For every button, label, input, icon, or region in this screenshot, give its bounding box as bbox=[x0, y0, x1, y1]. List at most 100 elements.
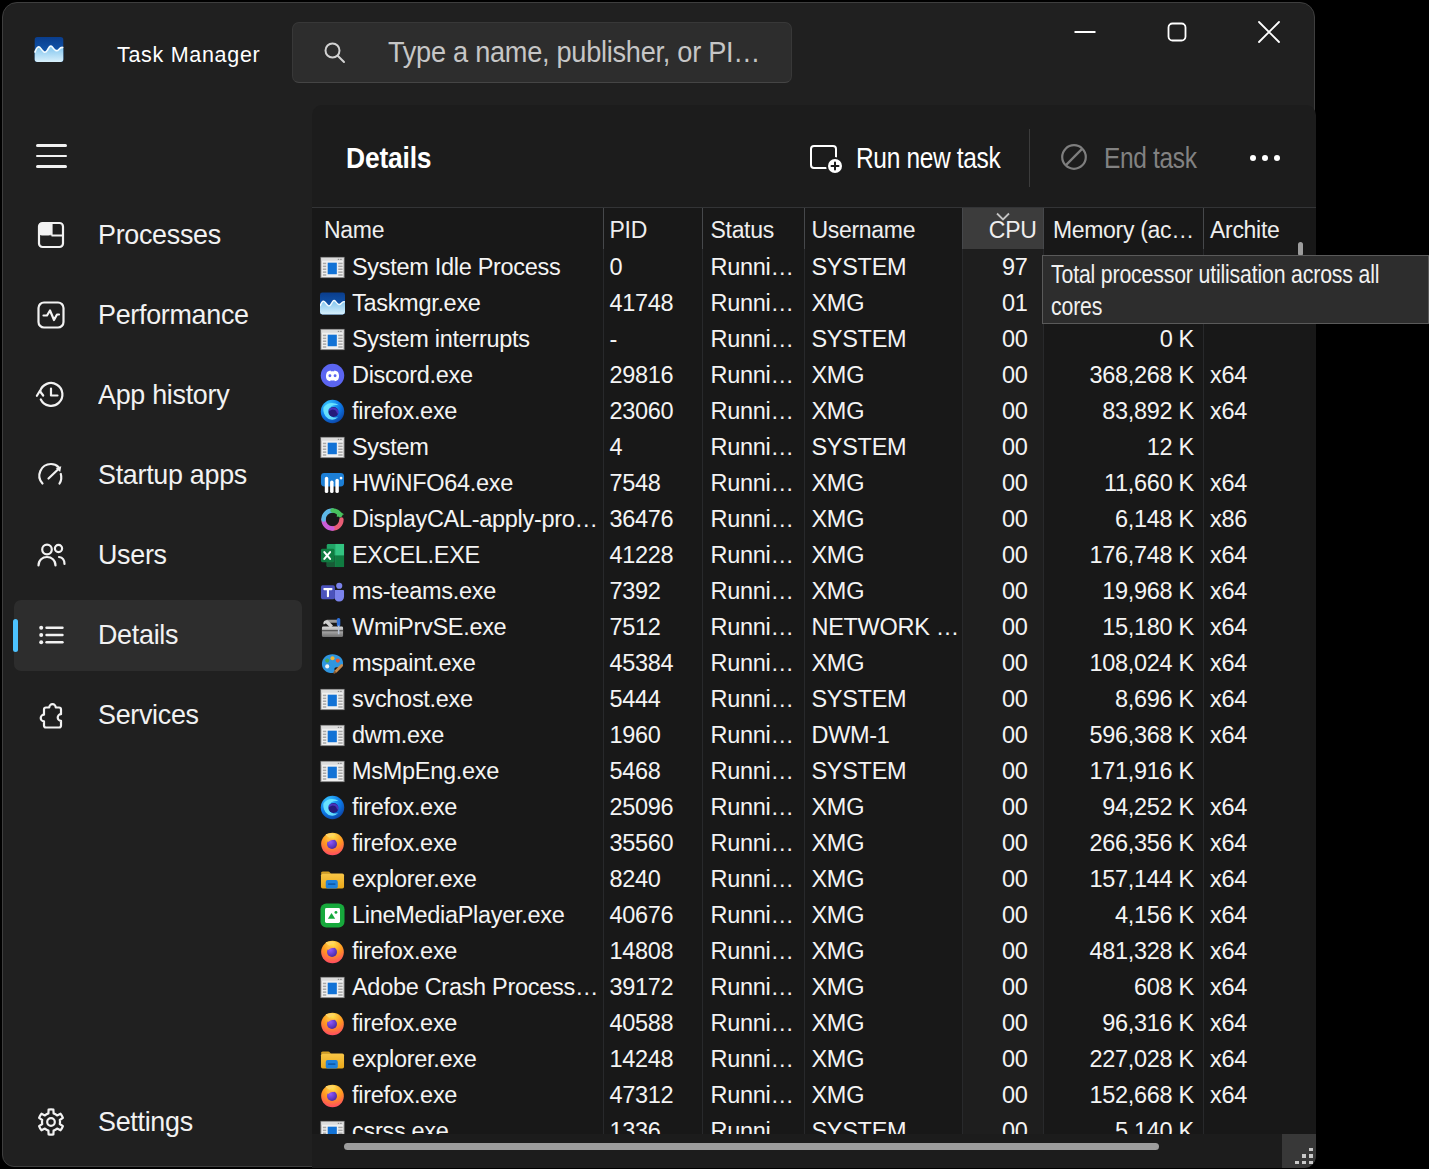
maximize-button[interactable] bbox=[1154, 13, 1200, 51]
task-manager-window: Task Manager Type a name, publisher, or … bbox=[2, 2, 1315, 1167]
table-row[interactable]: dwm.exe 1960 Runni… DWM-1 00 596,368 K x… bbox=[312, 717, 1316, 753]
cell-username: NETWORK … bbox=[804, 609, 963, 645]
cell-name: mspaint.exe bbox=[312, 645, 603, 681]
process-name: ms-teams.exe bbox=[352, 578, 496, 605]
table-row[interactable]: Adobe Crash Process… 39172 Runni… XMG 00… bbox=[312, 969, 1316, 1005]
run-new-task-icon bbox=[809, 141, 843, 175]
cell-name: EXCEL.EXE bbox=[312, 537, 603, 573]
performance-icon bbox=[34, 298, 68, 332]
sidebar-item-settings[interactable]: Settings bbox=[14, 1087, 302, 1158]
cell-cpu: 00 bbox=[962, 357, 1043, 393]
cell-architecture: x64 bbox=[1203, 717, 1316, 753]
table-row[interactable]: mspaint.exe 45384 Runni… XMG 00 108,024 … bbox=[312, 645, 1316, 681]
cell-name: explorer.exe bbox=[312, 861, 603, 897]
process-icon bbox=[320, 759, 345, 784]
horizontal-scrollbar-thumb[interactable] bbox=[344, 1143, 1159, 1150]
column-header-status[interactable]: Status bbox=[702, 208, 804, 249]
process-icon bbox=[320, 615, 345, 640]
navigation-menu-button[interactable] bbox=[27, 134, 75, 178]
cell-status: Runni… bbox=[702, 393, 804, 429]
process-icon bbox=[320, 795, 345, 820]
table-row[interactable]: System interrupts - Runni… SYSTEM 00 0 K bbox=[312, 321, 1316, 357]
column-header-pid[interactable]: PID bbox=[603, 208, 703, 249]
table-row[interactable]: csrss.exe 1336 Runni… SYSTEM 00 5,140 K bbox=[312, 1113, 1316, 1134]
page-title: Details bbox=[346, 141, 431, 175]
cell-pid: 5444 bbox=[603, 681, 703, 717]
process-name: System bbox=[352, 434, 429, 461]
sidebar-item-app-history[interactable]: App history bbox=[14, 360, 302, 431]
minimize-button[interactable] bbox=[1062, 13, 1108, 51]
column-header-username[interactable]: Username bbox=[804, 208, 963, 249]
cell-status: Runni… bbox=[702, 789, 804, 825]
table-row[interactable]: WmiPrvSE.exe 7512 Runni… NETWORK … 00 15… bbox=[312, 609, 1316, 645]
cell-architecture bbox=[1203, 321, 1316, 357]
table-row[interactable]: firefox.exe 14808 Runni… XMG 00 481,328 … bbox=[312, 933, 1316, 969]
vertical-scrollbar-thumb[interactable] bbox=[1298, 242, 1303, 256]
cell-pid: 1336 bbox=[603, 1113, 703, 1134]
sidebar-item-details[interactable]: Details bbox=[14, 600, 302, 671]
table-row[interactable]: Discord.exe 29816 Runni… XMG 00 368,268 … bbox=[312, 357, 1316, 393]
table-row[interactable]: firefox.exe 47312 Runni… XMG 00 152,668 … bbox=[312, 1077, 1316, 1113]
cell-name: svchost.exe bbox=[312, 681, 603, 717]
cell-pid: 41748 bbox=[603, 285, 703, 321]
details-icon bbox=[34, 618, 68, 652]
table-row[interactable]: ms-teams.exe 7392 Runni… XMG 00 19,968 K… bbox=[312, 573, 1316, 609]
cell-name: firefox.exe bbox=[312, 825, 603, 861]
firefox-orange-icon bbox=[320, 1083, 345, 1108]
more-options-button[interactable] bbox=[1237, 129, 1293, 187]
sidebar-item-services[interactable]: Services bbox=[14, 680, 302, 751]
cell-cpu: 00 bbox=[962, 969, 1043, 1005]
column-header-name[interactable]: Name bbox=[312, 208, 603, 249]
toolbar-divider bbox=[1029, 129, 1030, 187]
cell-cpu: 00 bbox=[962, 537, 1043, 573]
process-name: firefox.exe bbox=[352, 1082, 457, 1109]
table-row[interactable]: firefox.exe 25096 Runni… XMG 00 94,252 K… bbox=[312, 789, 1316, 825]
close-button[interactable] bbox=[1246, 13, 1292, 51]
cell-username: SYSTEM bbox=[804, 429, 963, 465]
sort-descending-icon bbox=[995, 212, 1011, 221]
process-name: csrss.exe bbox=[352, 1118, 449, 1135]
cell-pid: 14248 bbox=[603, 1041, 703, 1077]
cell-status: Runni… bbox=[702, 825, 804, 861]
table-row[interactable]: svchost.exe 5444 Runni… SYSTEM 00 8,696 … bbox=[312, 681, 1316, 717]
run-new-task-button[interactable]: Run new task bbox=[809, 129, 1027, 187]
table-row[interactable]: explorer.exe 8240 Runni… XMG 00 157,144 … bbox=[312, 861, 1316, 897]
cell-architecture: x64 bbox=[1203, 1005, 1316, 1041]
cell-name: System interrupts bbox=[312, 321, 603, 357]
sidebar-item-label: Details bbox=[98, 619, 178, 651]
cell-pid: 39172 bbox=[603, 969, 703, 1005]
table-row[interactable]: firefox.exe 23060 Runni… XMG 00 83,892 K… bbox=[312, 393, 1316, 429]
teams-icon bbox=[320, 579, 345, 604]
cell-cpu: 00 bbox=[962, 645, 1043, 681]
sidebar-item-users[interactable]: Users bbox=[14, 520, 302, 591]
table-row[interactable]: LineMediaPlayer.exe 40676 Runni… XMG 00 … bbox=[312, 897, 1316, 933]
search-input[interactable]: Type a name, publisher, or PI… bbox=[292, 22, 792, 83]
cell-name: System bbox=[312, 429, 603, 465]
column-header-cpu[interactable]: CPU bbox=[962, 208, 1043, 249]
displaycal-icon bbox=[320, 507, 345, 532]
sidebar-item-startup-apps[interactable]: Startup apps bbox=[14, 440, 302, 511]
table-row[interactable]: explorer.exe 14248 Runni… XMG 00 227,028… bbox=[312, 1041, 1316, 1077]
table-row[interactable]: DisplayCAL-apply-pro… 36476 Runni… XMG 0… bbox=[312, 501, 1316, 537]
cell-architecture bbox=[1203, 753, 1316, 789]
table-row[interactable]: EXCEL.EXE 41228 Runni… XMG 00 176,748 K … bbox=[312, 537, 1316, 573]
cell-pid: 14808 bbox=[603, 933, 703, 969]
resize-grip[interactable] bbox=[1282, 1134, 1316, 1168]
run-new-task-label: Run new task bbox=[856, 142, 1000, 175]
column-header-memory[interactable]: Memory (ac… bbox=[1043, 208, 1204, 249]
table-row[interactable]: MsMpEng.exe 5468 Runni… SYSTEM 00 171,91… bbox=[312, 753, 1316, 789]
firefox-orange-icon bbox=[320, 939, 345, 964]
folder-icon bbox=[320, 1047, 345, 1072]
table-row[interactable]: firefox.exe 35560 Runni… XMG 00 266,356 … bbox=[312, 825, 1316, 861]
cell-status: Runni… bbox=[702, 285, 804, 321]
discord-icon bbox=[320, 363, 345, 388]
sidebar-item-performance[interactable]: Performance bbox=[14, 280, 302, 351]
sidebar-item-processes[interactable]: Processes bbox=[14, 200, 302, 271]
table-row[interactable]: HWiNFO64.exe 7548 Runni… XMG 00 11,660 K… bbox=[312, 465, 1316, 501]
table-row[interactable]: firefox.exe 40588 Runni… XMG 00 96,316 K… bbox=[312, 1005, 1316, 1041]
excel-icon bbox=[320, 543, 345, 568]
cell-pid: 36476 bbox=[603, 501, 703, 537]
table-row[interactable]: System 4 Runni… SYSTEM 00 12 K bbox=[312, 429, 1316, 465]
end-task-button[interactable]: End task bbox=[1057, 129, 1214, 187]
cell-username: XMG bbox=[804, 537, 963, 573]
